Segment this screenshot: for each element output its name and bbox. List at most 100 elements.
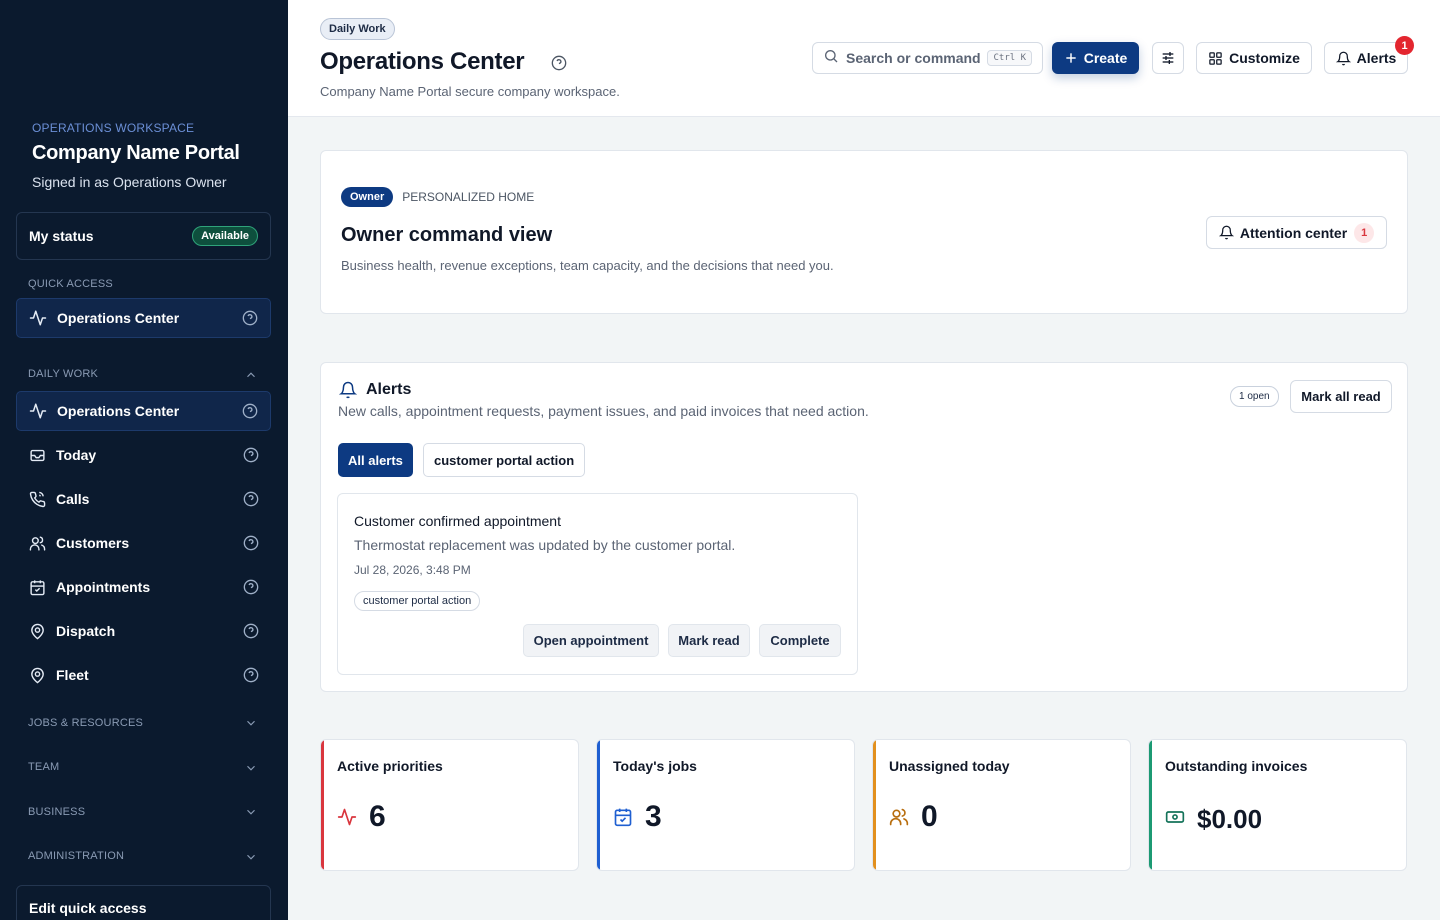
calendar-check-icon [613,807,633,827]
help-icon[interactable] [242,310,258,326]
nav-label: Fleet [56,667,89,683]
daily-work-label: DAILY WORK [28,368,99,380]
activity-icon [29,309,47,327]
create-label: Create [1083,50,1128,66]
workspace-label: OPERATIONS WORKSPACE [32,121,195,135]
owner-card-title: Owner command view [341,224,553,246]
kpi-card-todays-jobs[interactable]: Today's jobs 3 [596,739,855,871]
help-icon[interactable] [243,579,259,595]
kpi-card-outstanding-invoices[interactable]: Outstanding invoices $0.00 [1148,739,1407,871]
kpi-card-unassigned-today[interactable]: Unassigned today 0 [872,739,1131,871]
quick-access-label: QUICK ACCESS [28,278,113,290]
nav-label: Operations Center [57,310,180,326]
mark-all-read-button[interactable]: Mark all read [1290,380,1392,413]
filters-button[interactable] [1152,42,1184,74]
map-pin-icon [28,622,46,640]
section-jobs-resources[interactable]: JOBS & RESOURCES [28,717,143,729]
customize-button[interactable]: Customize [1196,42,1312,74]
inbox-icon [28,446,46,464]
sidebar-item-customers[interactable]: Customers [16,523,271,563]
help-icon[interactable] [243,623,259,639]
search-input[interactable]: Search or command Ctrl K [812,42,1043,74]
sidebar-item-calls[interactable]: Calls [16,479,271,519]
section-team[interactable]: TEAM [28,761,59,773]
sidebar: OPERATIONS WORKSPACE Company Name Portal… [0,0,288,920]
help-icon[interactable] [242,403,258,419]
alert-timestamp: Jul 28, 2026, 3:48 PM [354,563,471,577]
kpi-accent-bar [1149,740,1152,870]
section-business[interactable]: BUSINESS [28,806,85,818]
attention-center-button[interactable]: Attention center 1 [1206,216,1387,249]
quick-access-operations-center[interactable]: Operations Center [16,298,271,338]
kpi-label: Today's jobs [613,758,697,774]
help-icon[interactable] [243,667,259,683]
signed-in-text: Signed in as Operations Owner [32,174,227,190]
filter-customer-portal-action[interactable]: customer portal action [423,443,586,477]
page-subtitle: Company Name Portal secure company works… [320,84,620,99]
help-icon[interactable] [551,55,567,71]
open-appointment-button[interactable]: Open appointment [523,624,659,657]
alerts-label: Alerts [1356,50,1397,66]
eyebrow: PERSONALIZED HOME [402,190,535,204]
chevron-up-icon[interactable] [244,368,258,382]
create-button[interactable]: Create [1052,42,1139,74]
nav-label: Customers [56,535,130,551]
sidebar-item-dispatch[interactable]: Dispatch [16,611,271,651]
kpi-label: Outstanding invoices [1165,758,1308,774]
edit-quick-access-button[interactable]: Edit quick access [16,885,271,920]
nav-label: Appointments [56,579,151,595]
search-placeholder: Search or command [846,50,981,66]
nav-label: Calls [56,491,90,507]
banknote-icon [1165,807,1185,827]
owner-card-description: Business health, revenue exceptions, tea… [341,258,834,273]
kpi-value: 0 [921,800,938,833]
chevron-down-icon[interactable] [244,850,258,864]
sidebar-item-appointments[interactable]: Appointments [16,567,271,607]
kpi-accent-bar [873,740,876,870]
help-icon[interactable] [243,491,259,507]
attention-count-badge: 1 [1354,222,1375,243]
bell-icon [1335,51,1351,65]
nav-label: Today [56,447,97,463]
search-icon [823,48,839,69]
alert-tag: customer portal action [354,591,481,611]
kpi-card-active-priorities[interactable]: Active priorities 6 [320,739,579,871]
complete-button[interactable]: Complete [759,624,841,657]
alert-body: Thermostat replacement was updated by th… [354,537,736,553]
my-status-card[interactable]: My status Available [16,212,271,260]
role-pill: Owner [341,187,394,207]
status-badge: Available [192,226,258,246]
breadcrumb[interactable]: Daily Work [320,18,395,40]
kpi-value: 3 [645,800,662,833]
help-icon[interactable] [243,447,259,463]
bell-icon [338,381,358,404]
chevron-down-icon[interactable] [244,805,258,819]
activity-icon [337,807,357,827]
customize-label: Customize [1229,50,1300,66]
filter-all-alerts[interactable]: All alerts [338,443,413,477]
my-status-label: My status [29,228,94,244]
kpi-value: $0.00 [1197,804,1263,834]
bell-icon [1218,225,1234,240]
kpi-label: Active priorities [337,758,443,774]
help-icon[interactable] [243,535,259,551]
kpi-accent-bar [321,740,324,870]
sidebar-item-today[interactable]: Today [16,435,271,475]
sidebar-item-fleet[interactable]: Fleet [16,655,271,695]
chevron-down-icon[interactable] [244,761,258,775]
alerts-title: Alerts [366,381,412,398]
owner-command-card: Owner PERSONALIZED HOME Owner command vi… [320,150,1408,314]
keyboard-shortcut: Ctrl K [987,50,1032,66]
page-header: Daily Work Operations Center Company Nam… [288,0,1440,117]
users-icon [889,807,909,827]
users-icon [28,534,46,552]
attention-center-label: Attention center [1239,224,1348,241]
section-administration[interactable]: ADMINISTRATION [28,850,124,862]
activity-icon [29,402,47,420]
page-title: Operations Center [320,48,525,75]
grid-icon [1209,51,1222,65]
chevron-down-icon[interactable] [244,716,258,730]
map-pin-icon [28,666,46,684]
mark-read-button[interactable]: Mark read [668,624,750,657]
sidebar-item-operations-center[interactable]: Operations Center [16,391,271,431]
